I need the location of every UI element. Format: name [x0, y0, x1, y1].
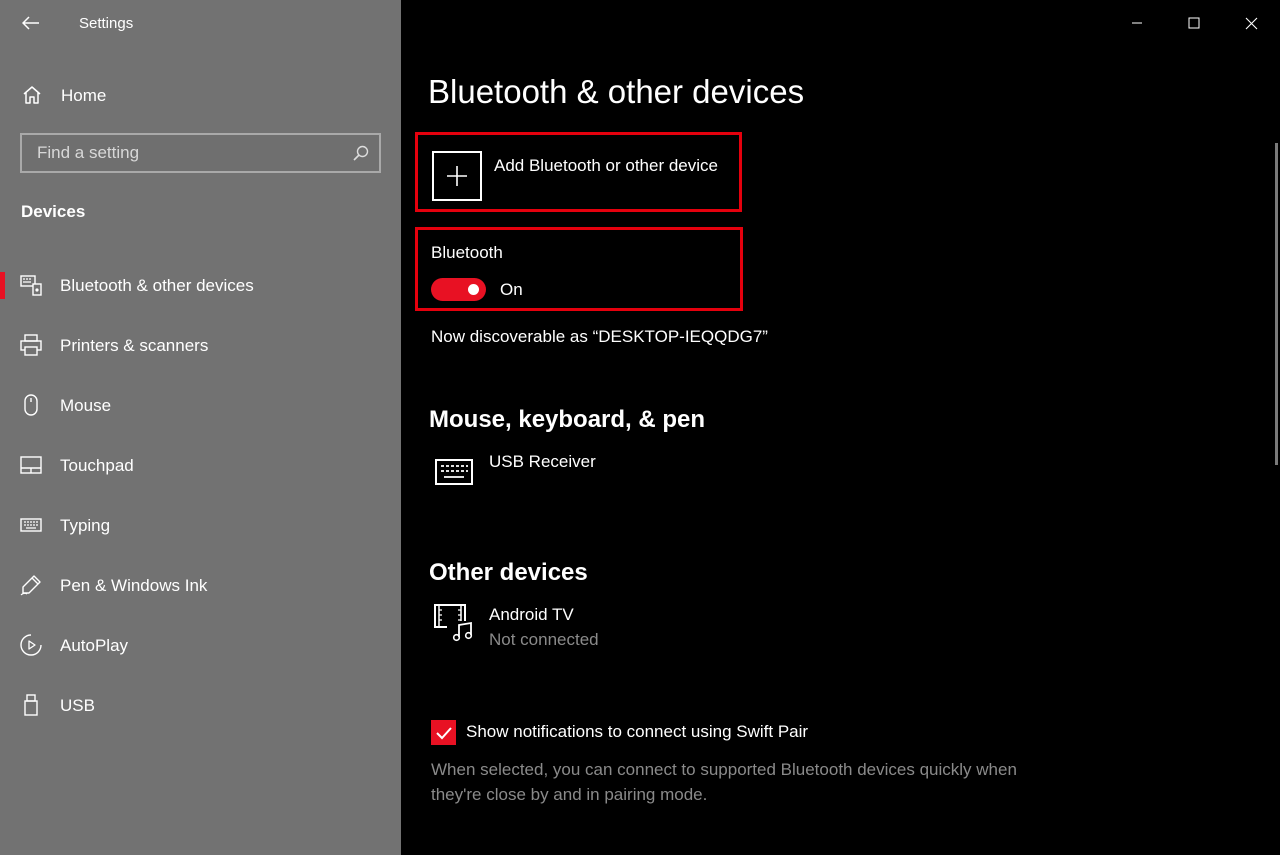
checkmark-icon — [435, 726, 452, 739]
bluetooth-toggle-state: On — [500, 280, 523, 299]
bluetooth-toggle[interactable] — [431, 278, 486, 301]
scrollbar[interactable] — [1275, 143, 1278, 465]
search-input[interactable] — [22, 135, 342, 171]
sidebar-item-label: Typing — [60, 516, 111, 535]
keyboard-icon — [435, 459, 473, 485]
swift-pair-label[interactable]: Show notifications to connect using Swif… — [466, 722, 808, 742]
device-status: Not connected — [489, 630, 599, 649]
add-device-label[interactable]: Add Bluetooth or other device — [494, 156, 718, 176]
add-device-button[interactable] — [432, 151, 482, 201]
device-name: Android TV — [489, 605, 574, 624]
sidebar-item-bluetooth[interactable]: Bluetooth & other devices — [0, 262, 401, 308]
back-button[interactable] — [18, 10, 44, 36]
swift-pair-checkbox[interactable] — [431, 720, 456, 745]
bluetooth-devices-icon — [20, 275, 42, 296]
app-title: Settings — [79, 15, 134, 32]
search-box[interactable] — [20, 133, 381, 173]
back-arrow-icon — [22, 16, 39, 30]
touchpad-icon — [20, 456, 42, 474]
section-heading-mouse-keyboard-pen: Mouse, keyboard, & pen — [429, 406, 706, 433]
section-title: Devices — [21, 202, 86, 221]
sidebar-item-pen[interactable]: Pen & Windows Ink — [0, 562, 401, 608]
sidebar-item-label: Bluetooth & other devices — [60, 276, 254, 295]
sidebar-item-mouse[interactable]: Mouse — [0, 382, 401, 428]
search-icon[interactable] — [352, 144, 370, 162]
printer-icon — [20, 334, 42, 356]
sidebar-item-label: Touchpad — [60, 456, 134, 475]
sidebar-item-touchpad[interactable]: Touchpad — [0, 442, 401, 488]
sidebar-item-printers[interactable]: Printers & scanners — [0, 322, 401, 368]
sidebar-item-usb[interactable]: USB — [0, 682, 401, 728]
minimize-icon — [1132, 22, 1142, 24]
sidebar: Settings Home Devices Bluetooth & other … — [0, 0, 401, 855]
maximize-icon — [1188, 17, 1200, 29]
plus-icon — [447, 166, 467, 186]
device-name: USB Receiver — [489, 452, 596, 471]
sidebar-item-label: USB — [60, 696, 95, 715]
keyboard-icon — [20, 518, 42, 532]
usb-icon — [24, 694, 38, 716]
autoplay-icon — [20, 634, 42, 656]
swift-pair-description: When selected, you can connect to suppor… — [431, 760, 1017, 804]
active-indicator — [0, 272, 5, 299]
sidebar-item-label: Home — [61, 86, 107, 105]
media-device-icon — [434, 604, 473, 642]
sidebar-item-home[interactable]: Home — [0, 78, 401, 112]
toggle-knob — [468, 284, 479, 295]
page-title: Bluetooth & other devices — [428, 73, 805, 110]
sidebar-item-label: Mouse — [60, 396, 112, 415]
section-heading-other-devices: Other devices — [429, 559, 588, 586]
sidebar-item-label: Pen & Windows Ink — [60, 576, 208, 595]
sidebar-item-typing[interactable]: Typing — [0, 502, 401, 548]
discoverable-text: Now discoverable as “DESKTOP-IEQQDG7” — [431, 327, 768, 346]
home-icon — [23, 86, 41, 104]
close-icon — [1245, 17, 1257, 29]
pen-icon — [20, 575, 41, 596]
minimize-button[interactable] — [1114, 8, 1160, 38]
mouse-icon — [24, 394, 38, 416]
sidebar-item-autoplay[interactable]: AutoPlay — [0, 622, 401, 668]
maximize-button[interactable] — [1171, 8, 1217, 38]
bluetooth-label: Bluetooth — [431, 243, 503, 262]
sidebar-item-label: Printers & scanners — [60, 336, 209, 355]
sidebar-item-label: AutoPlay — [60, 636, 129, 655]
close-button[interactable] — [1228, 8, 1274, 38]
